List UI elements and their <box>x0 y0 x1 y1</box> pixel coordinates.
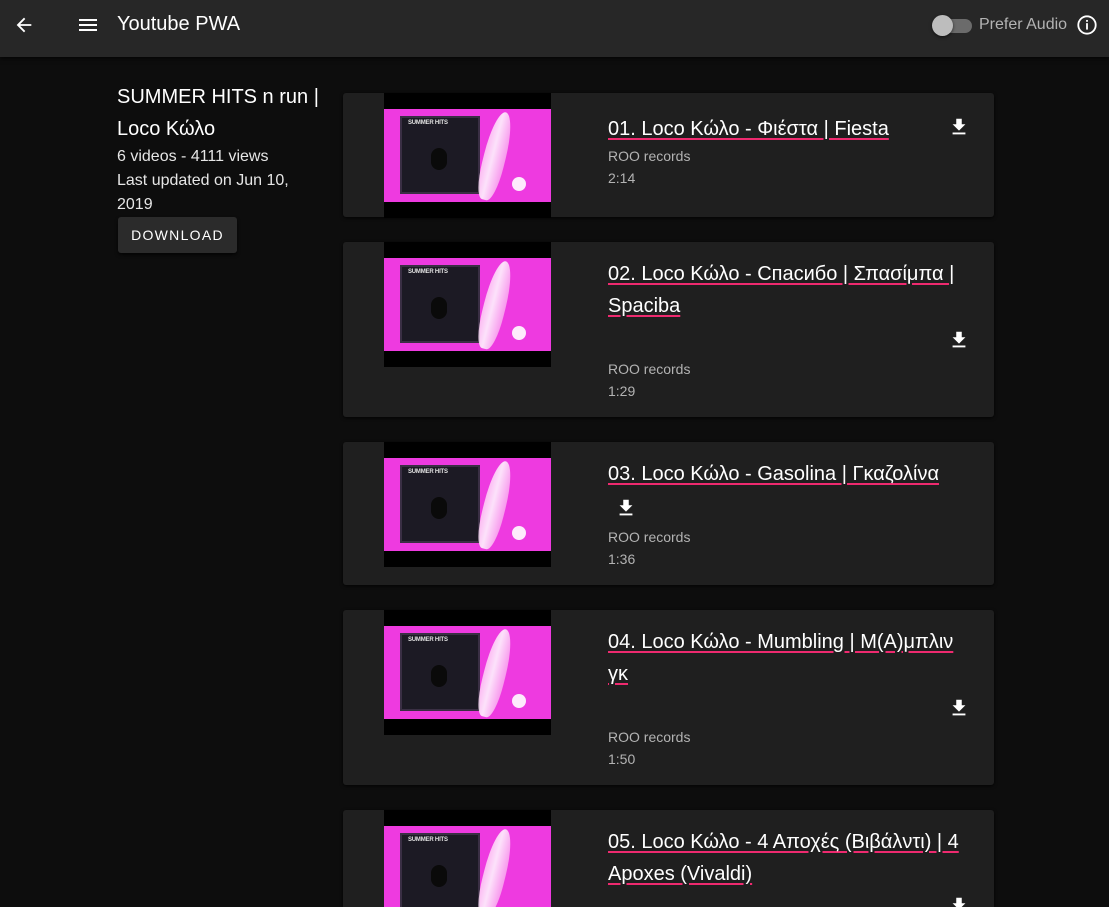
toggle-thumb <box>932 15 953 36</box>
download-icon[interactable] <box>947 894 971 907</box>
video-title-link[interactable]: 03. Loco Κώλο - Gasolina | Γκαζολίνα <box>608 458 978 490</box>
video-card: SUMMER HITS 05. Loco Κώλο - 4 Αποχές (Βι… <box>343 810 994 907</box>
video-channel: ROO records <box>608 729 691 745</box>
video-duration: 2:14 <box>608 170 636 186</box>
thumbnail-text: SUMMER HITS <box>408 837 448 843</box>
video-title-link[interactable]: 05. Loco Κώλο - 4 Αποχές (Βιβάλντι) | 4 … <box>608 826 978 890</box>
playlist-updated: Last updated on Jun 10, 2019 <box>117 172 289 213</box>
video-thumbnail[interactable]: SUMMER HITS <box>384 610 551 735</box>
download-playlist-button[interactable]: DOWNLOAD <box>118 217 237 253</box>
video-duration: 1:36 <box>608 551 636 567</box>
download-icon[interactable] <box>947 115 971 139</box>
video-channel: ROO records <box>608 529 691 545</box>
thumbnail-text: SUMMER HITS <box>408 269 448 275</box>
playlist-stats: 6 videos - 4111 views <box>117 148 269 165</box>
app-title: Youtube PWA <box>117 13 241 35</box>
playlist-title: SUMMER HITS n run | Loco Κώλο <box>117 86 319 140</box>
video-thumbnail[interactable]: SUMMER HITS <box>384 242 551 367</box>
video-title-link[interactable]: 04. Loco Κώλο - Mumbling | Μ(Α)μπλιν γκ <box>608 626 978 690</box>
back-arrow-icon[interactable] <box>8 9 40 41</box>
thumbnail-text: SUMMER HITS <box>408 637 448 643</box>
video-title-link[interactable]: 02. Loco Κώλο - Спасибо | Σπασίμπα | Spa… <box>608 258 978 322</box>
download-icon[interactable] <box>947 328 971 352</box>
thumbnail-text: SUMMER HITS <box>408 120 448 126</box>
menu-icon[interactable] <box>72 9 104 41</box>
video-card: SUMMER HITS 02. Loco Κώλο - Спасибо | Σπ… <box>343 242 994 417</box>
prefer-audio-toggle[interactable] <box>930 13 976 37</box>
thumbnail-text: SUMMER HITS <box>408 469 448 475</box>
video-channel: ROO records <box>608 148 691 164</box>
video-duration: 1:29 <box>608 383 636 399</box>
video-thumbnail[interactable]: SUMMER HITS <box>384 442 551 567</box>
video-title-link[interactable]: 01. Loco Κώλο - Φιέστα | Fiesta <box>608 113 978 145</box>
download-icon[interactable] <box>614 496 638 520</box>
video-card: SUMMER HITS 01. Loco Κώλο - Φιέστα | Fie… <box>343 93 994 218</box>
app-bar: Youtube PWA Prefer Audio <box>0 0 1109 57</box>
prefer-audio-label: Prefer Audio <box>979 16 1068 33</box>
video-card: SUMMER HITS 03. Loco Κώλο - Gasolina | Γ… <box>343 442 994 585</box>
video-thumbnail[interactable]: SUMMER HITS <box>384 810 551 907</box>
video-channel: ROO records <box>608 361 691 377</box>
video-thumbnail[interactable]: SUMMER HITS <box>384 93 551 218</box>
download-icon[interactable] <box>947 696 971 720</box>
video-duration: 1:50 <box>608 751 636 767</box>
video-card: SUMMER HITS 04. Loco Κώλο - Mumbling | Μ… <box>343 610 994 785</box>
info-icon[interactable] <box>1075 13 1099 37</box>
